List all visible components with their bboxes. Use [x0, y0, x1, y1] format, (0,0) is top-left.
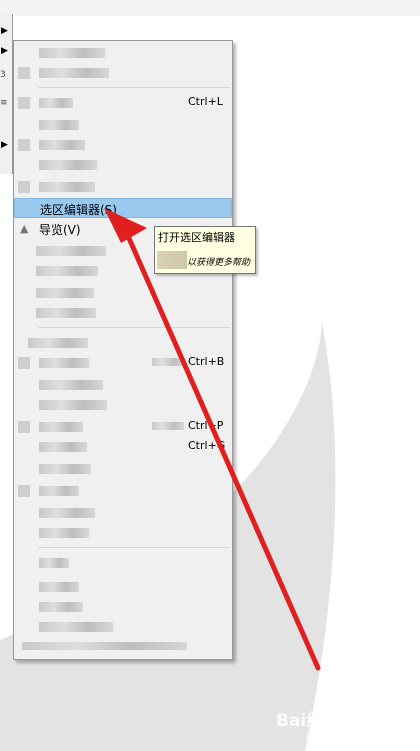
submenu-arrow-icon: ▶	[1, 26, 8, 36]
menu-shortcut: Ctrl+L	[188, 95, 223, 108]
menu-item-blurred[interactable]	[14, 333, 232, 353]
menu-separator	[38, 327, 230, 328]
tooltip-title: 打开选区编辑器	[158, 231, 235, 244]
menu-item-blurred[interactable]	[14, 597, 232, 617]
view-menu: Ctrl+L 选区编辑器(S) ▲ 导览(V) Ctrl+B Ctrl+P Ct…	[13, 40, 233, 660]
menu-item-blurred[interactable]	[14, 303, 232, 323]
menu-item-label: 导览(V)	[39, 223, 81, 237]
menu-item-blurred[interactable]	[14, 459, 232, 479]
menu-item-selection-editor[interactable]: 选区编辑器(S)	[14, 198, 232, 218]
menu-item-label: 选区编辑器(S)	[40, 203, 117, 217]
menu-item-blurred[interactable]	[14, 553, 232, 573]
menu-item-blurred[interactable]	[14, 43, 232, 63]
watermark-text: Bai经验	[276, 711, 341, 731]
menu-shortcut: Ctrl+P	[188, 419, 224, 432]
menu-item-blurred[interactable]	[14, 283, 232, 303]
menu-item-blurred[interactable]	[14, 115, 232, 135]
menu-item-blurred[interactable]	[14, 637, 232, 657]
strip-fragment: 3	[0, 70, 6, 80]
menu-item-blurred[interactable]: Ctrl+P	[14, 417, 232, 437]
menu-separator	[38, 547, 230, 548]
menu-item-blurred[interactable]	[14, 577, 232, 597]
menu-item-blurred[interactable]: Ctrl+B	[14, 353, 232, 373]
menu-item-blurred[interactable]	[14, 523, 232, 543]
navigate-icon: ▲	[20, 222, 29, 235]
menu-item-blurred[interactable]	[14, 481, 232, 501]
submenu-arrow-icon: ▶	[1, 140, 8, 150]
submenu-arrow-icon: ▶	[1, 46, 8, 56]
menu-item-blurred[interactable]	[14, 135, 232, 155]
tooltip-blurred-icon	[157, 251, 187, 269]
watermark-url: jingyan.baidu.com	[306, 730, 380, 739]
menu-item-blurred[interactable]	[14, 503, 232, 523]
menu-shortcut: Ctrl+G	[188, 439, 226, 452]
tooltip-hint: 以获得更多帮助	[187, 258, 251, 268]
menu-item-blurred[interactable]	[14, 375, 232, 395]
menu-item-blurred[interactable]	[14, 63, 232, 83]
menu-item-blurred[interactable]	[14, 155, 232, 175]
menu-item-blurred[interactable]	[14, 395, 232, 415]
menu-item-blurred[interactable]	[14, 177, 232, 197]
menu-item-blurred[interactable]: Ctrl+L	[14, 93, 232, 113]
menu-item-blurred[interactable]	[14, 617, 232, 637]
menu-shortcut: Ctrl+B	[188, 355, 225, 368]
strip-fragment: ≡	[0, 98, 8, 108]
watermark: Bai经验 jingyan.baidu.com	[270, 700, 420, 750]
tooltip: 打开选区编辑器 以获得更多帮助	[154, 226, 256, 274]
menu-separator	[38, 87, 230, 88]
menu-item-blurred[interactable]: Ctrl+G	[14, 437, 232, 457]
parent-menu-strip: ▶ ▶ 3 ≡ ▶	[0, 14, 13, 174]
